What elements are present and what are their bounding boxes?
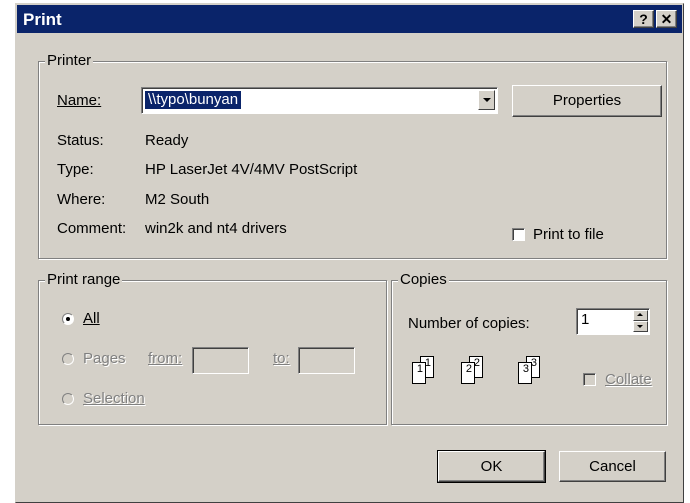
spin-up-button[interactable]: [633, 310, 648, 321]
dropdown-button[interactable]: [478, 90, 495, 110]
cancel-button-label: Cancel: [589, 458, 636, 475]
spin-down-button[interactable]: [633, 321, 648, 332]
all-radio[interactable]: [62, 313, 74, 325]
collate-checkbox[interactable]: [583, 373, 596, 386]
pages-label[interactable]: Pages: [83, 350, 126, 368]
ok-button[interactable]: OK: [437, 450, 546, 483]
type-label: Type:: [57, 161, 94, 178]
properties-button[interactable]: Properties: [512, 85, 662, 117]
close-button[interactable]: ✕: [656, 10, 677, 28]
selection-radio[interactable]: [62, 393, 74, 405]
collate-label[interactable]: Collate: [605, 371, 652, 389]
printer-name-select[interactable]: \\typo\bunyan: [141, 87, 498, 114]
cancel-button[interactable]: Cancel: [559, 451, 666, 482]
ok-button-label: OK: [480, 458, 503, 475]
window-title: Print: [23, 10, 62, 29]
status-value: Ready: [145, 132, 189, 149]
to-field[interactable]: [298, 347, 355, 374]
from-label: from:: [148, 350, 183, 367]
where-value: M2 South: [145, 191, 210, 208]
print-dialog: Print ? ✕ Printer Name: \\typo\bunyan Pr…: [15, 3, 684, 503]
help-button[interactable]: ?: [633, 10, 654, 28]
copies-spinner[interactable]: 1: [576, 308, 650, 335]
chevron-up-icon: [637, 313, 643, 316]
comment-label: Comment:: [57, 220, 127, 237]
type-value: HP LaserJet 4V/4MV PostScript: [145, 161, 358, 178]
where-label: Where:: [57, 191, 106, 208]
radio-selected-dot-icon: [66, 317, 70, 321]
page-icon: 2: [461, 362, 475, 384]
page-icon: 1: [412, 362, 426, 384]
chevron-down-icon: [637, 325, 643, 328]
number-of-copies-label: Number of copies:: [408, 315, 530, 332]
properties-button-label: Properties: [552, 92, 622, 109]
from-field[interactable]: [192, 347, 249, 374]
status-label: Status:: [57, 132, 104, 149]
print-to-file-checkbox[interactable]: [512, 228, 525, 241]
all-label[interactable]: All: [83, 310, 100, 328]
title-bar[interactable]: Print ? ✕: [17, 5, 682, 33]
comment-value: win2k and nt4 drivers: [145, 220, 287, 237]
pages-radio[interactable]: [62, 353, 74, 365]
printer-name-value: \\typo\bunyan: [145, 91, 242, 109]
page-icon: 3: [518, 362, 532, 384]
chevron-down-icon: [483, 98, 491, 102]
copies-value: 1: [581, 311, 590, 328]
copies-group-label: Copies: [398, 271, 449, 289]
print-to-file-label[interactable]: Print to file: [533, 226, 604, 244]
print-range-group-label: Print range: [45, 271, 123, 289]
to-label: to:: [273, 350, 290, 367]
selection-label[interactable]: Selection: [83, 390, 145, 408]
name-label: Name:: [57, 92, 102, 109]
copies-group: Copies: [391, 271, 667, 425]
printer-group-label: Printer: [45, 52, 94, 70]
